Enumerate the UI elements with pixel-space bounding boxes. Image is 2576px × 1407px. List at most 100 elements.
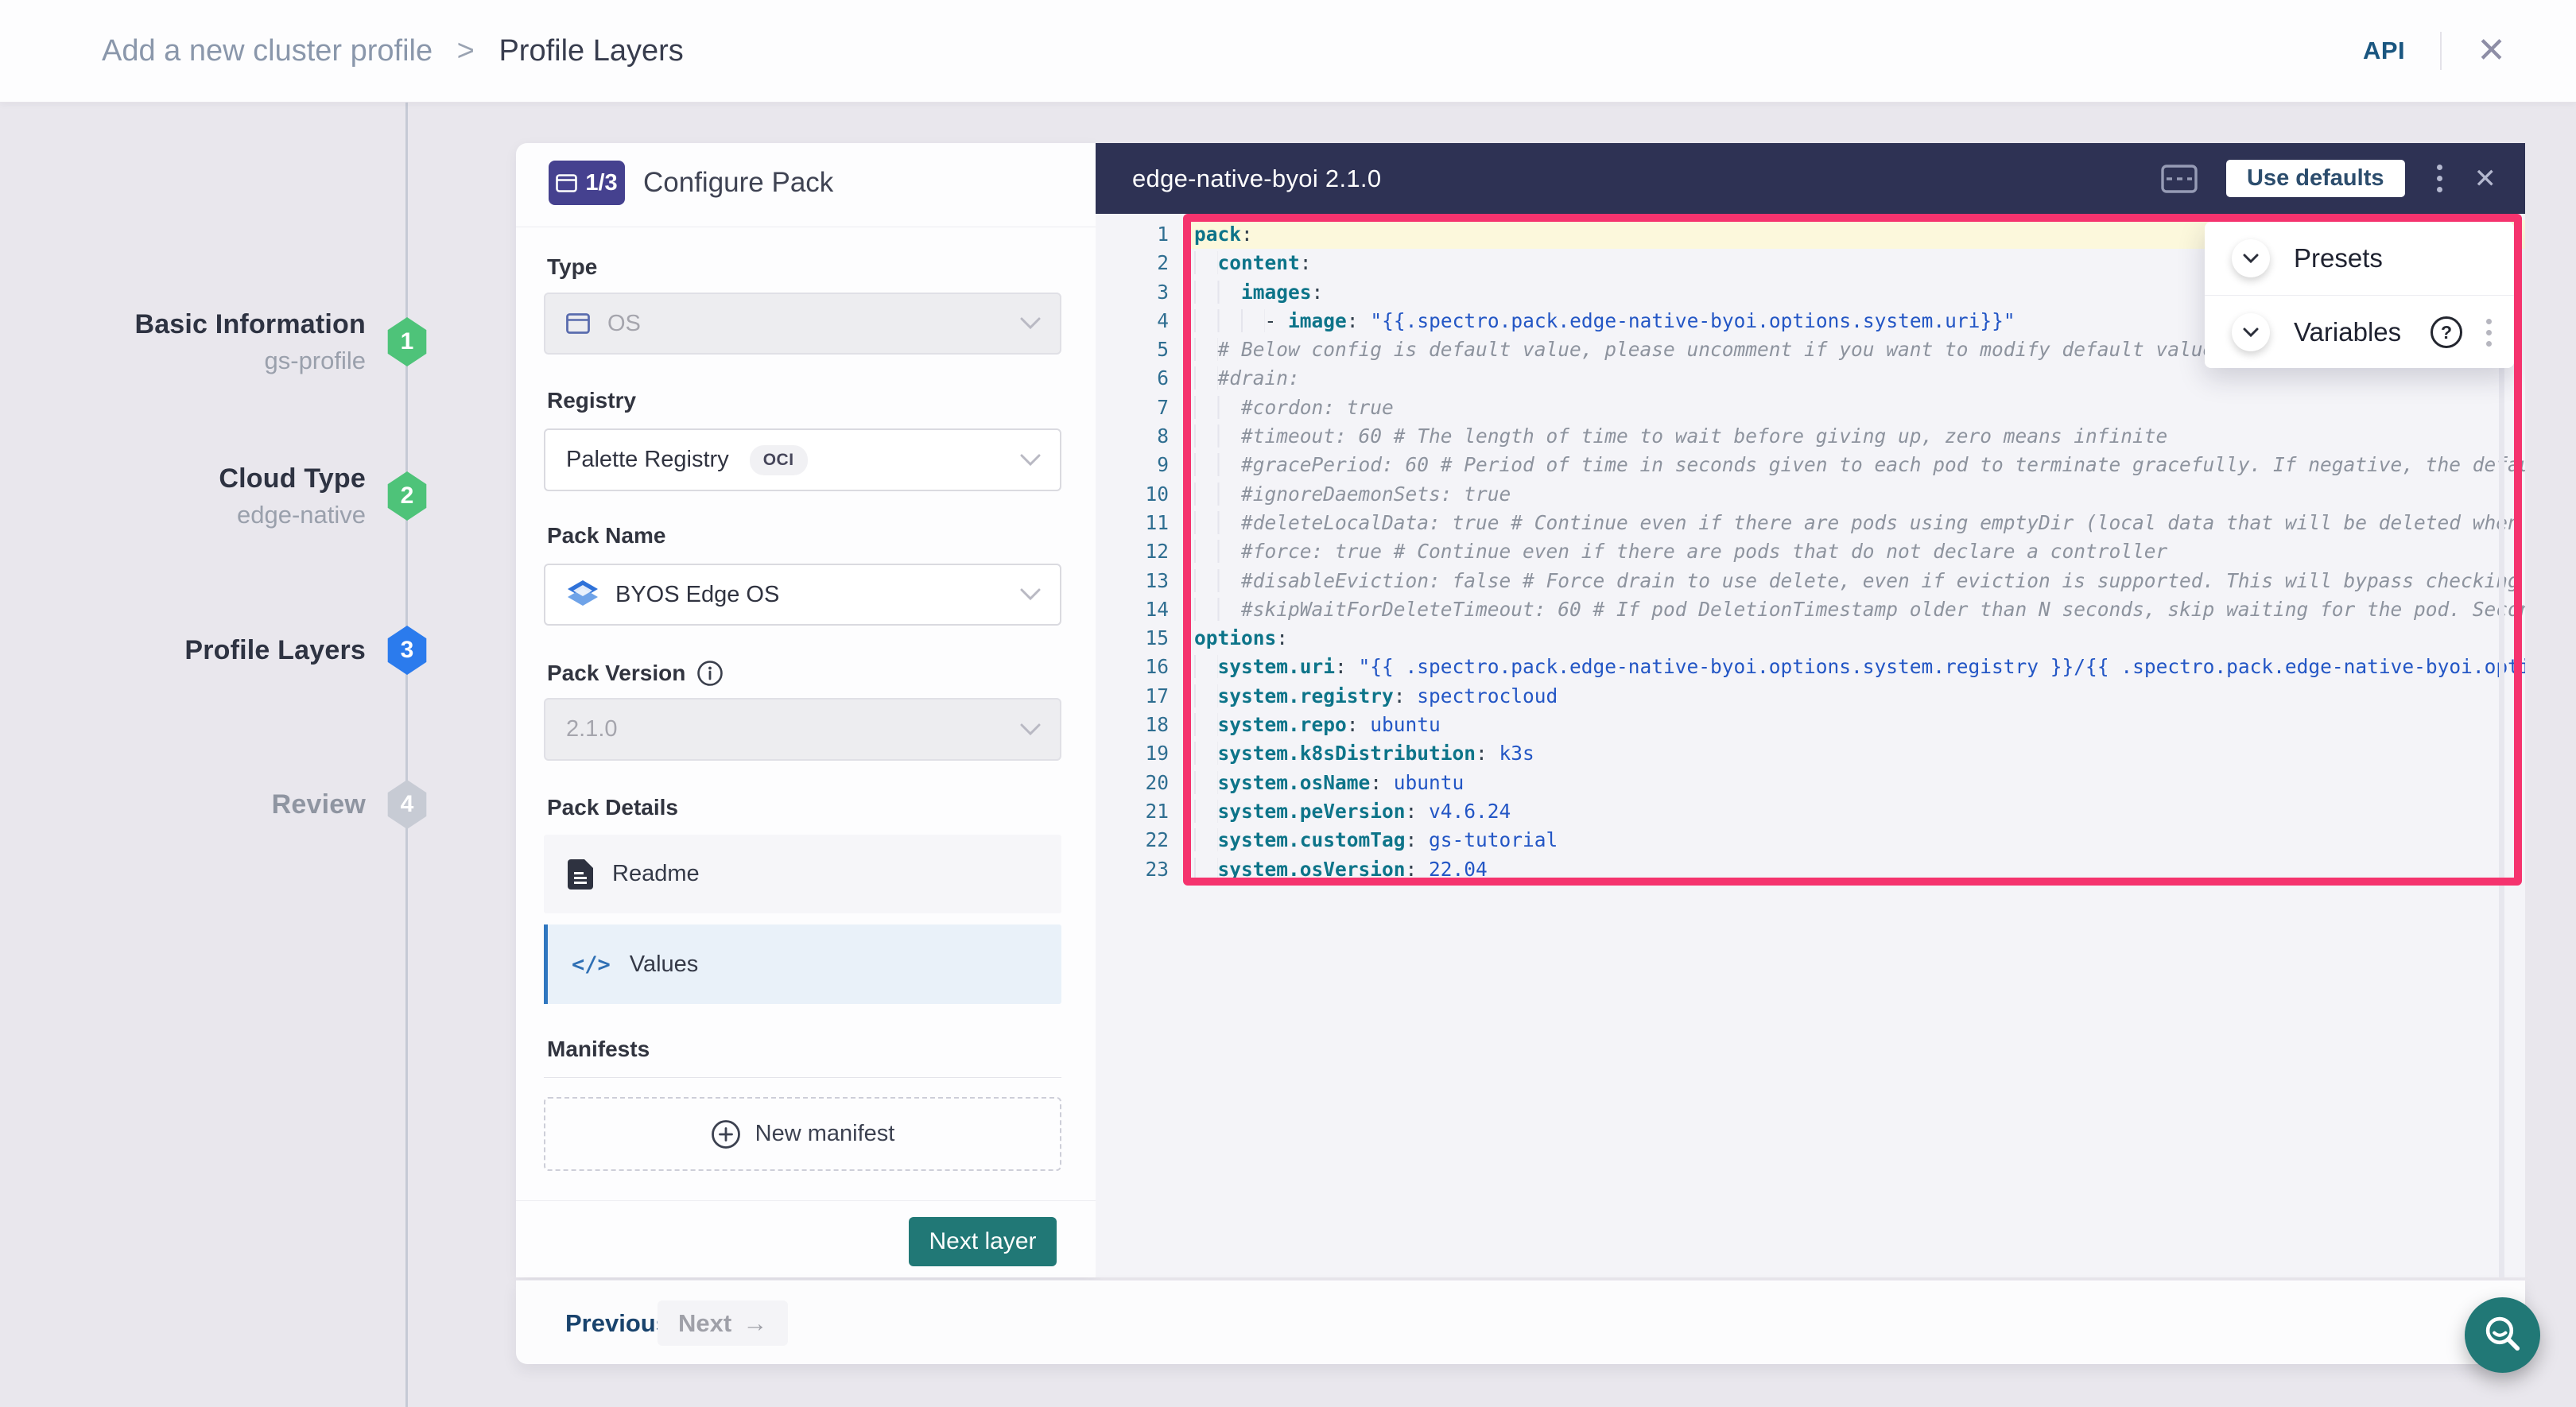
stepper-item-profile-layers[interactable]: Profile Layers 3: [48, 609, 429, 692]
step-count-badge: 1/3: [549, 161, 625, 205]
presets-row[interactable]: Presets: [2205, 222, 2514, 295]
breadcrumb-section[interactable]: Add a new cluster profile: [102, 34, 433, 68]
code-line[interactable]: #ignoreDaemonSets: true: [1183, 480, 2525, 509]
step-sublabel: edge-native: [219, 501, 366, 529]
registry-label: Registry: [547, 388, 636, 413]
code-line[interactable]: #timeout: 60 # The length of time to wai…: [1183, 422, 2525, 451]
code-line[interactable]: system.peVersion: v4.6.24: [1183, 797, 2525, 826]
code-line[interactable]: options:: [1183, 624, 2525, 653]
step-sublabel: gs-profile: [134, 347, 366, 375]
document-icon: [568, 859, 593, 890]
header-actions: API ✕: [2363, 0, 2506, 102]
readme-tab[interactable]: Readme: [544, 835, 1061, 913]
chevron-down-icon: [1020, 454, 1041, 467]
line-number: 6: [1096, 364, 1169, 393]
editor-title: edge-native-byoi 2.1.0: [1132, 165, 1381, 193]
presets-expand-button[interactable]: [2232, 239, 2270, 277]
editor-actions: Use defaults ✕: [2161, 160, 2496, 197]
api-link[interactable]: API: [2363, 37, 2405, 65]
step-label: Cloud Type: [219, 463, 366, 494]
editor-kebab-menu-icon[interactable]: [2434, 161, 2446, 196]
chevron-down-icon: [1020, 588, 1041, 601]
search-fab[interactable]: [2465, 1297, 2540, 1373]
variables-row[interactable]: Variables ?: [2205, 296, 2514, 369]
registry-select[interactable]: Palette Registry OCI: [544, 428, 1061, 491]
new-manifest-button[interactable]: New manifest: [544, 1097, 1061, 1171]
breadcrumb-separator: >: [457, 34, 475, 68]
arrow-right-icon: →: [743, 1309, 767, 1338]
stepper-item-basic-information[interactable]: Basic Informationgs-profile1: [48, 300, 429, 383]
pack-version-select[interactable]: 2.1.0: [544, 698, 1061, 761]
help-icon[interactable]: ?: [2431, 316, 2462, 348]
editor-scrollbar[interactable]: [2499, 214, 2504, 1277]
readme-tab-label: Readme: [612, 861, 700, 887]
use-defaults-button[interactable]: Use defaults: [2226, 160, 2404, 197]
values-tab-label: Values: [630, 952, 699, 978]
step-count-label: 1/3: [585, 170, 617, 196]
step-text: Review: [272, 789, 366, 820]
step-number-hexagon: 3: [386, 626, 429, 675]
configure-pack-panel: 1/3 Configure Pack Type OS Registry Pale…: [516, 143, 1096, 1277]
code-icon: </>: [572, 952, 611, 977]
code-line[interactable]: #force: true # Continue even if there ar…: [1183, 537, 2525, 566]
plus-circle-icon: [711, 1119, 741, 1149]
yaml-editor: 1234567891011121314151617181920212223 pa…: [1096, 214, 2525, 1277]
next-button[interactable]: Next →: [658, 1300, 788, 1346]
code-line[interactable]: system.repo: ubuntu: [1183, 711, 2525, 739]
pack-details-label: Pack Details: [547, 795, 678, 820]
pack-name-select[interactable]: BYOS Edge OS: [544, 564, 1061, 626]
search-smile-icon: [2481, 1314, 2524, 1357]
code-line[interactable]: system.registry: spectrocloud: [1183, 682, 2525, 711]
editor-close-icon[interactable]: ✕: [2474, 165, 2497, 192]
line-number: 16: [1096, 653, 1169, 681]
line-number: 21: [1096, 797, 1169, 826]
diff-compare-icon[interactable]: [2161, 165, 2198, 193]
info-icon[interactable]: [696, 660, 724, 687]
gutter: 1234567891011121314151617181920212223: [1096, 220, 1169, 884]
line-number: 2: [1096, 249, 1169, 277]
step-number-hexagon: 4: [386, 780, 429, 829]
step-text: Basic Informationgs-profile: [134, 309, 366, 375]
code-line[interactable]: system.k8sDistribution: k3s: [1183, 739, 2525, 768]
next-layer-button[interactable]: Next layer: [909, 1217, 1057, 1266]
code-line[interactable]: #gracePeriod: 60 # Period of time in sec…: [1183, 451, 2525, 479]
os-type-icon: [566, 313, 590, 334]
step-text: Profile Layers: [184, 635, 366, 666]
oci-badge: OCI: [750, 445, 808, 475]
registry-value: Palette Registry: [566, 447, 729, 473]
code-line[interactable]: system.customTag: gs-tutorial: [1183, 826, 2525, 855]
line-number: 22: [1096, 826, 1169, 855]
stepper-item-review[interactable]: Review 4: [48, 763, 429, 846]
panel-title: Configure Pack: [643, 143, 833, 223]
code-line[interactable]: system.osName: ubuntu: [1183, 769, 2525, 797]
chevron-down-icon: [2243, 254, 2259, 263]
stepper-item-cloud-type[interactable]: Cloud Typeedge-native2: [48, 455, 429, 537]
presets-variables-panel: Presets Variables ?: [2205, 222, 2514, 368]
line-number: 15: [1096, 624, 1169, 653]
code-line[interactable]: #cordon: true: [1183, 393, 2525, 422]
wizard-footer: Previous Next →: [516, 1280, 2525, 1364]
close-icon[interactable]: ✕: [2477, 33, 2506, 68]
values-tab[interactable]: </> Values: [544, 924, 1061, 1004]
variables-label: Variables: [2294, 317, 2401, 347]
top-header: Add a new cluster profile > Profile Laye…: [0, 0, 2576, 103]
new-manifest-label: New manifest: [755, 1121, 895, 1147]
step-label: Profile Layers: [184, 635, 366, 666]
code-line[interactable]: #skipWaitForDeleteTimeout: 60 # If pod D…: [1183, 595, 2525, 624]
editor-header: edge-native-byoi 2.1.0 Use defaults ✕: [1096, 143, 2525, 214]
variables-expand-button[interactable]: [2232, 313, 2270, 351]
type-label: Type: [547, 254, 597, 280]
code-line[interactable]: system.osVersion: 22.04: [1183, 855, 2525, 884]
type-select[interactable]: OS: [544, 293, 1061, 355]
code-line[interactable]: #disableEviction: false # Force drain to…: [1183, 567, 2525, 595]
next-button-label: Next: [678, 1309, 731, 1338]
variables-kebab-menu-icon[interactable]: [2483, 316, 2495, 350]
code-line[interactable]: #deleteLocalData: true # Continue even i…: [1183, 509, 2525, 537]
chevron-down-icon: [1020, 723, 1041, 736]
code-line[interactable]: system.uri: "{{ .spectro.pack.edge-nativ…: [1183, 653, 2525, 681]
line-number: 17: [1096, 682, 1169, 711]
line-number: 19: [1096, 739, 1169, 768]
presets-label: Presets: [2294, 243, 2383, 273]
breadcrumb-current: Profile Layers: [499, 34, 683, 68]
line-number: 1: [1096, 220, 1169, 249]
